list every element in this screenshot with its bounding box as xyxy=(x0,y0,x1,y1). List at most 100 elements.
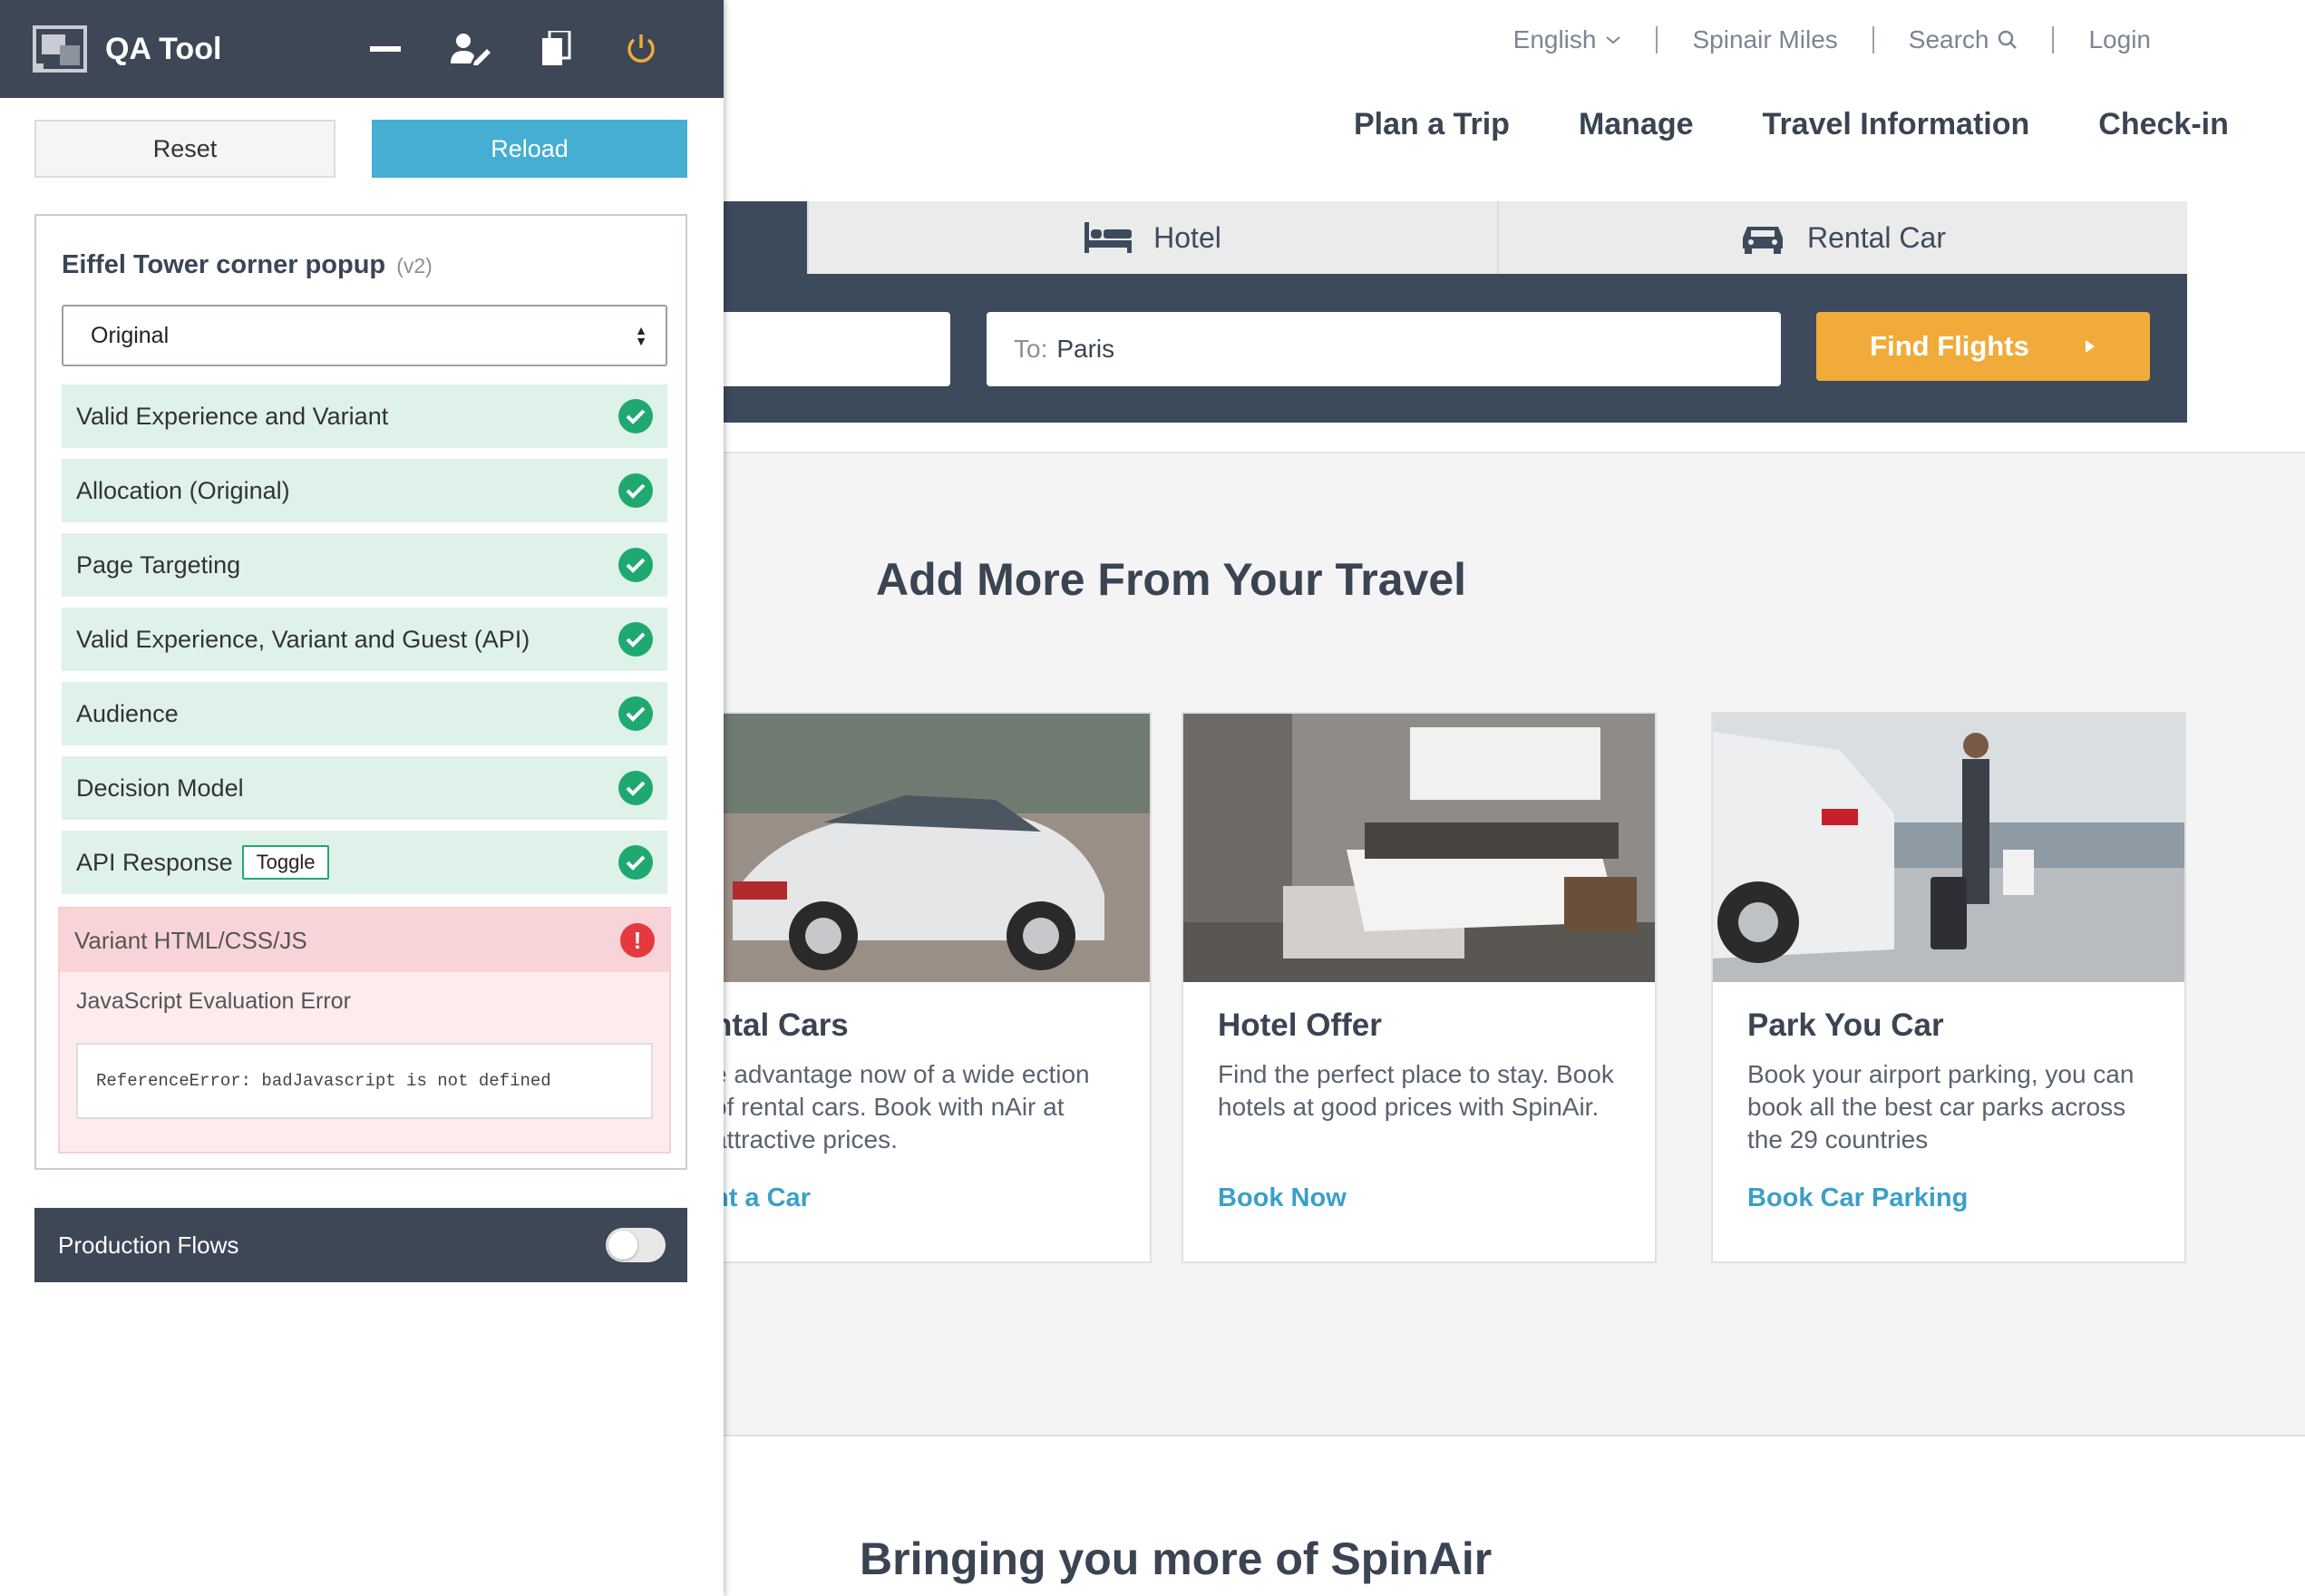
bed-icon xyxy=(1084,222,1133,253)
user-edit-icon xyxy=(451,34,491,65)
hotel-room-photo xyxy=(1183,714,1655,982)
miles-link[interactable]: Spinair Miles xyxy=(1692,25,1837,54)
api-response-toggle-button[interactable]: Toggle xyxy=(241,845,330,880)
section-title: Add More From Your Travel xyxy=(876,554,1467,605)
check-audience: Audience xyxy=(62,682,667,745)
card-text: Book your airport parking, you can book … xyxy=(1747,1060,2135,1153)
power-button[interactable] xyxy=(609,0,673,98)
copy-icon xyxy=(542,31,571,65)
divider xyxy=(1872,26,1874,54)
experience-box: Eiffel Tower corner popup (v2) Original … xyxy=(34,214,687,1170)
card-title: ntal Cars xyxy=(713,1007,849,1043)
offer-card-parking: Park You Car Book your airport parking, … xyxy=(1711,712,2186,1263)
flight-search-bar: To: Paris Find Flights xyxy=(689,274,2187,423)
check-label: Audience xyxy=(76,699,179,727)
utility-nav: English Spinair Miles Search Login xyxy=(1513,25,2151,54)
book-now-link[interactable]: Book Now xyxy=(1218,1183,1347,1213)
from-field[interactable] xyxy=(689,312,950,386)
error-message: ReferenceError: badJavascript is not def… xyxy=(76,1043,653,1119)
tab-rental-car-label: Rental Car xyxy=(1807,220,1946,254)
copy-button[interactable] xyxy=(524,0,588,98)
minimize-icon xyxy=(370,46,401,52)
experience-name: Eiffel Tower corner popup xyxy=(62,250,386,279)
login-link[interactable]: Login xyxy=(2088,25,2151,54)
variant-error-panel: Variant HTML/CSS/JS ! JavaScript Evaluat… xyxy=(58,907,671,1153)
find-flights-button[interactable]: Find Flights xyxy=(1816,312,2150,381)
toggle-knob xyxy=(608,1231,637,1260)
divider xyxy=(1656,26,1658,54)
divider xyxy=(689,1435,2305,1436)
check-allocation: Allocation (Original) xyxy=(62,459,667,522)
check-valid-experience-api: Valid Experience, Variant and Guest (API… xyxy=(62,608,667,671)
reset-button[interactable]: Reset xyxy=(34,120,336,178)
offer-card-rental: ntal Cars e advantage now of a wide ecti… xyxy=(676,712,1152,1263)
to-field[interactable]: To: Paris xyxy=(987,312,1781,386)
check-label: Valid Experience and Variant xyxy=(76,402,389,430)
production-flows-label: Production Flows xyxy=(58,1231,239,1259)
edit-user-button[interactable] xyxy=(439,0,502,98)
power-icon xyxy=(627,34,655,63)
production-flows-bar: Production Flows xyxy=(34,1208,687,1282)
card-title: Park You Car xyxy=(1747,1007,1944,1043)
check-label: Page Targeting xyxy=(76,550,241,579)
nav-manage[interactable]: Manage xyxy=(1579,107,1694,142)
offer-card-hotel: Hotel Offer Find the perfect place to st… xyxy=(1182,712,1657,1263)
search-icon xyxy=(1999,30,2018,49)
find-flights-label: Find Flights xyxy=(1870,330,2029,362)
search-link[interactable]: Search xyxy=(1909,25,2018,54)
check-label: API Response xyxy=(76,848,233,876)
check-circle-icon xyxy=(618,622,653,657)
check-label: Decision Model xyxy=(76,774,244,802)
nav-travel-information[interactable]: Travel Information xyxy=(1763,107,2030,142)
main-nav: Plan a Trip Manage Travel Information Ch… xyxy=(1354,107,2229,142)
error-header: Variant HTML/CSS/JS ! xyxy=(60,909,669,972)
check-decision-model: Decision Model xyxy=(62,756,667,820)
car-icon xyxy=(1743,227,1784,254)
parking-photo xyxy=(1713,714,2184,982)
check-label: Allocation (Original) xyxy=(76,476,290,504)
card-body: Park You Car Book your airport parking, … xyxy=(1713,982,2184,1182)
to-label: To: xyxy=(1014,335,1048,363)
tab-hotel-label: Hotel xyxy=(1153,220,1221,254)
language-label: English xyxy=(1512,25,1597,54)
qa-title: QA Tool xyxy=(105,31,222,66)
experience-title: Eiffel Tower corner popup (v2) xyxy=(62,250,433,280)
check-circle-icon xyxy=(618,473,653,508)
check-label: Valid Experience, Variant and Guest (API… xyxy=(76,625,530,653)
play-arrow-icon xyxy=(2085,340,2095,353)
divider xyxy=(2052,26,2055,54)
tab-rental-car[interactable]: Rental Car xyxy=(1497,201,2187,274)
qa-logo-icon xyxy=(33,25,87,73)
check-circle-icon xyxy=(618,845,653,880)
error-title: Variant HTML/CSS/JS xyxy=(74,926,307,954)
card-body: ntal Cars e advantage now of a wide ecti… xyxy=(678,982,1150,1182)
language-selector[interactable]: English xyxy=(1513,25,1622,54)
card-text: Find the perfect place to stay. Book hot… xyxy=(1218,1060,1614,1121)
qa-actions: Reset Reload xyxy=(34,120,687,178)
reload-button[interactable]: Reload xyxy=(372,120,687,178)
check-circle-icon xyxy=(618,399,653,433)
card-body: Hotel Offer Find the perfect place to st… xyxy=(1183,982,1655,1149)
minimize-button[interactable] xyxy=(354,0,417,98)
error-alert-icon: ! xyxy=(620,923,655,958)
search-label: Search xyxy=(1908,25,1989,54)
nav-plan-trip[interactable]: Plan a Trip xyxy=(1354,107,1510,142)
car-photo xyxy=(678,714,1150,982)
check-valid-experience: Valid Experience and Variant xyxy=(62,384,667,448)
variant-select[interactable]: Original ▲ ▼ xyxy=(62,305,667,366)
check-circle-icon xyxy=(618,696,653,731)
bottom-section-title: Bringing you more of SpinAir xyxy=(860,1533,1493,1584)
experience-version: (v2) xyxy=(396,254,433,277)
card-text: e advantage now of a wide ection of rent… xyxy=(713,1060,1090,1153)
tab-hotel[interactable]: Hotel xyxy=(807,201,1497,274)
rent-car-link[interactable]: nt a Car xyxy=(713,1183,811,1213)
variant-select-value: Original xyxy=(91,322,170,348)
book-car-parking-link[interactable]: Book Car Parking xyxy=(1747,1183,1968,1213)
select-arrows-icon: ▲ ▼ xyxy=(635,323,647,348)
qa-header: QA Tool xyxy=(0,0,724,98)
check-circle-icon xyxy=(618,771,653,805)
production-flows-toggle[interactable] xyxy=(606,1228,666,1262)
nav-check-in[interactable]: Check-in xyxy=(2098,107,2229,142)
qa-tool-panel: QA Tool Reset Reload Eiffel Tower corner… xyxy=(0,0,724,1596)
error-subtitle: JavaScript Evaluation Error xyxy=(76,988,351,1014)
